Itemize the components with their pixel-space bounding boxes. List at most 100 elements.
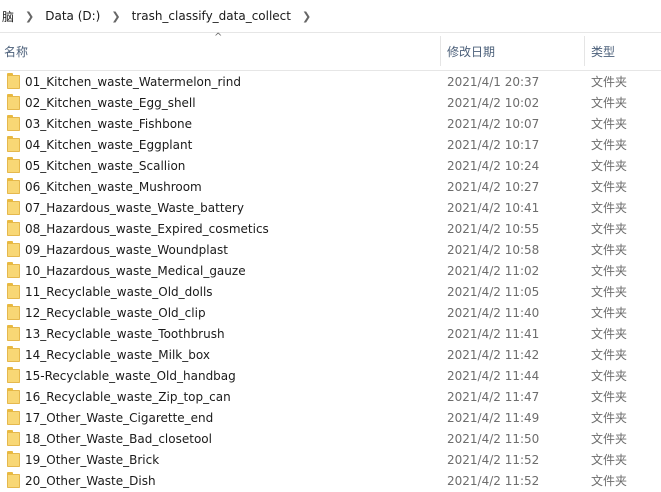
list-item-name: 13_Recyclable_waste_Toothbrush [25,327,225,341]
list-item-date: 2021/4/2 10:02 [447,96,540,110]
list-item-type: 文件夹 [591,474,628,488]
list-item-name: 16_Recyclable_waste_Zip_top_can [25,390,231,404]
list-item-type: 文件夹 [591,96,628,110]
list-item-date: 2021/4/2 11:40 [447,306,540,320]
list-item-type: 文件夹 [591,243,628,257]
folder-icon [7,157,20,173]
folder-icon [7,409,20,425]
list-item-date: 2021/4/2 11:44 [447,369,540,383]
list-item-date: 2021/4/2 11:05 [447,285,540,299]
list-item[interactable]: 19_Other_Waste_Brick 2021/4/2 11:52 文件夹 [0,450,661,471]
folder-icon [7,178,20,194]
list-item-type: 文件夹 [591,159,628,173]
breadcrumb: 脑 ❯ Data (D:) ❯ trash_classify_data_coll… [0,0,661,33]
folder-icon [7,220,20,236]
list-item[interactable]: 14_Recyclable_waste_Milk_box 2021/4/2 11:… [0,345,661,366]
list-item-name: 15-Recyclable_waste_Old_handbag [25,369,236,383]
list-item[interactable]: 13_Recyclable_waste_Toothbrush 2021/4/2 1… [0,324,661,345]
column-header-name[interactable]: 名称 [4,32,438,70]
folder-icon [7,115,20,131]
list-item[interactable]: 18_Other_Waste_Bad_closetool 2021/4/2 11:… [0,429,661,450]
list-item[interactable]: 05_Kitchen_waste_Scallion 2021/4/2 10:24 文… [0,156,661,177]
list-item-type: 文件夹 [591,264,628,278]
chevron-right-icon[interactable]: ❯ [102,10,129,23]
list-item-type: 文件夹 [591,390,628,404]
column-header-modified-label: 修改日期 [447,44,496,59]
column-header-type[interactable]: 类型 [591,32,661,70]
list-item-type: 文件夹 [591,348,628,362]
folder-icon [7,430,20,446]
list-item-date: 2021/4/2 11:47 [447,390,540,404]
list-item-name: 14_Recyclable_waste_Milk_box [25,348,210,362]
list-item-date: 2021/4/2 11:41 [447,327,540,341]
list-item[interactable]: 17_Other_Waste_Cigarette_end 2021/4/2 11:… [0,408,661,429]
list-item[interactable]: 11_Recyclable_waste_Old_dolls 2021/4/2 11… [0,282,661,303]
list-item-name: 05_Kitchen_waste_Scallion [25,159,186,173]
column-divider[interactable] [584,36,585,66]
folder-icon [7,199,20,215]
list-item-date: 2021/4/1 20:37 [447,75,540,89]
list-item-type: 文件夹 [591,432,628,446]
folder-icon [7,262,20,278]
list-item[interactable]: 08_Hazardous_waste_Expired_cosmetics 2021… [0,219,661,240]
list-item-name: 11_Recyclable_waste_Old_dolls [25,285,213,299]
list-item-type: 文件夹 [591,285,628,299]
list-item-date: 2021/4/2 11:42 [447,348,540,362]
list-item-type: 文件夹 [591,453,628,467]
list-item[interactable]: 02_Kitchen_waste_Egg_shell 2021/4/2 10:02… [0,93,661,114]
list-item-date: 2021/4/2 10:24 [447,159,540,173]
list-item-type: 文件夹 [591,75,628,89]
list-item[interactable]: 04_Kitchen_waste_Eggplant 2021/4/2 10:17 文… [0,135,661,156]
list-item-type: 文件夹 [591,117,628,131]
list-item[interactable]: 09_Hazardous_waste_Woundplast 2021/4/2 10… [0,240,661,261]
list-item-type: 文件夹 [591,411,628,425]
list-item[interactable]: 16_Recyclable_waste_Zip_top_can 2021/4/2 … [0,387,661,408]
list-item-name: 06_Kitchen_waste_Mushroom [25,180,202,194]
list-item-date: 2021/4/2 10:55 [447,222,540,236]
folder-icon [7,241,20,257]
list-item-date: 2021/4/2 10:27 [447,180,540,194]
column-header-name-label: 名称 [4,44,29,59]
list-item-name: 20_Other_Waste_Dish [25,474,156,488]
list-item[interactable]: 03_Kitchen_waste_Fishbone 2021/4/2 10:07 文… [0,114,661,135]
folder-icon [7,94,20,110]
list-item-type: 文件夹 [591,369,628,383]
column-header-type-label: 类型 [591,44,616,59]
list-item[interactable]: 01_Kitchen_waste_Watermelon_rind 2021/4/1… [0,72,661,93]
list-item-name: 09_Hazardous_waste_Woundplast [25,243,228,257]
list-item[interactable]: 10_Hazardous_waste_Medical_gauze 2021/4/2… [0,261,661,282]
folder-icon [7,388,20,404]
list-item-date: 2021/4/2 11:50 [447,432,540,446]
list-item[interactable]: 07_Hazardous_waste_Waste_battery 2021/4/2… [0,198,661,219]
folder-icon [7,451,20,467]
chevron-right-icon[interactable]: ❯ [16,10,43,23]
list-item-date: 2021/4/2 10:17 [447,138,540,152]
list-item-name: 19_Other_Waste_Brick [25,453,160,467]
list-item[interactable]: 12_Recyclable_waste_Old_clip 2021/4/2 11:… [0,303,661,324]
list-item[interactable]: 20_Other_Waste_Dish 2021/4/2 11:52 文件夹 [0,471,661,492]
breadcrumb-item-data-drive[interactable]: Data (D:) [43,9,102,23]
column-header-modified[interactable]: 修改日期 [447,32,581,70]
list-item[interactable]: 06_Kitchen_waste_Mushroom 2021/4/2 10:27 文… [0,177,661,198]
column-divider[interactable] [440,36,441,66]
folder-icon [7,325,20,341]
list-item-date: 2021/4/2 10:58 [447,243,540,257]
list-item-date: 2021/4/2 11:49 [447,411,540,425]
folder-icon [7,472,20,488]
list-item-date: 2021/4/2 10:07 [447,117,540,131]
list-item-date: 2021/4/2 10:41 [447,201,540,215]
folder-icon [7,304,20,320]
breadcrumb-item-this-pc[interactable]: 脑 [0,8,16,25]
list-item-type: 文件夹 [591,180,628,194]
list-item-date: 2021/4/2 11:52 [447,474,540,488]
list-item-name: 01_Kitchen_waste_Watermelon_rind [25,75,241,89]
folder-icon [7,346,20,362]
folder-icon [7,283,20,299]
list-item-name: 07_Hazardous_waste_Waste_battery [25,201,244,215]
breadcrumb-item-current-folder[interactable]: trash_classify_data_collect [130,9,293,23]
chevron-right-icon[interactable]: ❯ [293,10,320,23]
list-item-name: 03_Kitchen_waste_Fishbone [25,117,193,131]
list-item-name: 08_Hazardous_waste_Expired_cosmetics [25,222,269,236]
list-item[interactable]: 15-Recyclable_waste_Old_handbag 2021/4/2 … [0,366,661,387]
list-item-name: 02_Kitchen_waste_Egg_shell [25,96,196,110]
